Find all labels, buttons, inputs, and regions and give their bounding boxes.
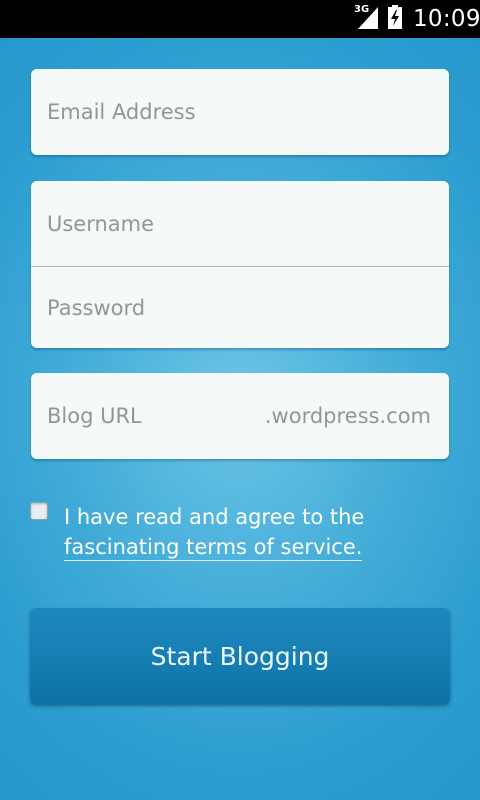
status-bar: 3G 10:09 — [0, 0, 480, 38]
blog-url-field[interactable] — [47, 373, 267, 459]
username-field-row — [31, 181, 449, 266]
email-field[interactable] — [47, 69, 427, 155]
email-card — [31, 69, 449, 155]
blog-url-field-row: .wordpress.com — [31, 373, 449, 459]
terms-link-label: fascinating terms of service — [64, 535, 356, 559]
password-field-row — [31, 266, 449, 348]
blog-url-card: .wordpress.com — [31, 373, 449, 459]
email-field-row — [31, 69, 449, 155]
terms-suffix: . — [355, 535, 363, 559]
password-field[interactable] — [47, 267, 427, 348]
terms-of-service-link[interactable]: fascinating terms of service. — [64, 535, 363, 561]
username-field[interactable] — [47, 181, 427, 266]
terms-text: I have read and agree to the fascinating… — [64, 502, 444, 562]
credentials-card — [31, 181, 449, 348]
clock: 10:09 — [413, 6, 480, 32]
signal-strength-icon — [358, 7, 378, 29]
blog-url-domain-suffix: .wordpress.com — [264, 404, 431, 428]
start-blogging-button[interactable]: Start Blogging — [30, 608, 450, 704]
battery-charging-icon — [388, 5, 402, 29]
terms-prefix: I have read and agree to the — [64, 505, 365, 529]
terms-checkbox[interactable] — [30, 502, 48, 520]
